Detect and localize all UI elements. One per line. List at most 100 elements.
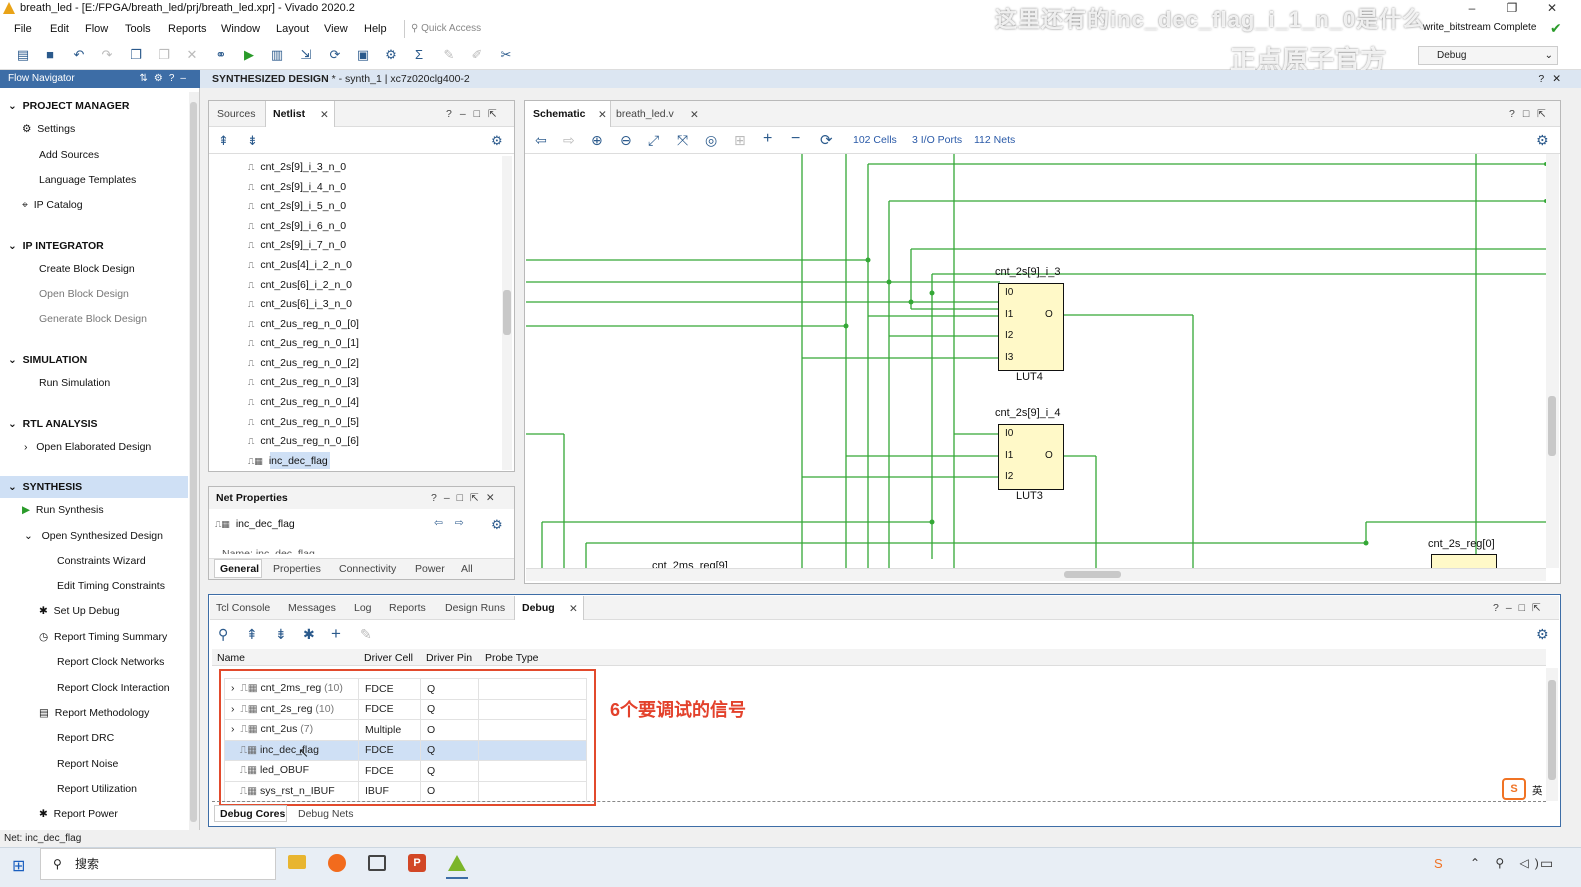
- ime-language[interactable]: 英: [1532, 783, 1543, 798]
- menu-help[interactable]: Help: [364, 23, 387, 35]
- nav-report-drc[interactable]: Report DRC: [57, 732, 114, 744]
- tab-reports[interactable]: Reports: [389, 602, 426, 614]
- tab-sources[interactable]: Sources: [217, 108, 256, 120]
- list-item[interactable]: ⎍ cnt_2us_reg_n_0_[1]: [248, 337, 359, 349]
- nav-add-sources[interactable]: Add Sources: [39, 149, 99, 161]
- quick-access-input[interactable]: ⚲ Quick Access: [404, 20, 574, 38]
- list-item[interactable]: ⎍ cnt_2us_reg_n_0_[6]: [248, 435, 359, 447]
- tab-log[interactable]: Log: [354, 602, 372, 614]
- nav-ip-catalog[interactable]: ⌖ IP Catalog: [22, 199, 83, 212]
- schematic-vscroll-thumb[interactable]: [1548, 396, 1556, 456]
- debug-vscroll-thumb[interactable]: [1548, 680, 1556, 780]
- close-debug-tab-icon[interactable]: ✕: [569, 603, 578, 615]
- ime-icon[interactable]: S: [1502, 778, 1526, 800]
- list-item[interactable]: ⎍ cnt_2s[9]_i_7_n_0: [248, 239, 346, 251]
- nets-count[interactable]: 112 Nets: [974, 134, 1015, 146]
- delete-icon[interactable]: ✕: [183, 46, 201, 64]
- zoom-out-icon[interactable]: ⊖: [620, 132, 632, 149]
- nav-set-up-debug[interactable]: ✱ Set Up Debug: [39, 605, 120, 617]
- tab-debug-nets[interactable]: Debug Nets: [298, 808, 353, 820]
- nav-language-templates[interactable]: Language Templates: [39, 174, 136, 186]
- program-icon[interactable]: ⇲: [297, 46, 315, 64]
- expand-all-debug-icon[interactable]: ⇟: [275, 626, 287, 643]
- nav-report-power[interactable]: ✱ Report Power: [39, 808, 118, 820]
- restore-icon[interactable]: ❐: [1492, 0, 1532, 18]
- tab-power[interactable]: Power: [415, 563, 445, 575]
- list-item[interactable]: ⎍ cnt_2s[9]_i_6_n_0: [248, 220, 346, 232]
- list-item[interactable]: ⎍ cnt_2s[9]_i_4_n_0: [248, 181, 346, 193]
- section-simulation[interactable]: ⌄ SIMULATION: [8, 354, 87, 366]
- list-item[interactable]: ⎍ cnt_2us[6]_i_3_n_0: [248, 298, 352, 310]
- list-item[interactable]: ⎍ cnt_2us_reg_n_0_[0]: [248, 318, 359, 330]
- sigma-icon[interactable]: Σ: [410, 46, 428, 64]
- tab-general[interactable]: General: [220, 563, 259, 575]
- refresh-icon[interactable]: ⟳: [326, 46, 344, 64]
- nav-report-timing-summary[interactable]: ◷ Report Timing Summary: [39, 631, 167, 643]
- step-icon[interactable]: ▥: [268, 46, 286, 64]
- remove-icon[interactable]: −: [791, 130, 800, 148]
- tab-design-runs[interactable]: Design Runs: [445, 602, 505, 614]
- menu-window[interactable]: Window: [221, 23, 260, 35]
- firefox-icon[interactable]: [328, 854, 346, 872]
- schematic-vscrollbar[interactable]: [1546, 154, 1559, 568]
- nav-generate-block-design[interactable]: Generate Block Design: [39, 313, 147, 325]
- powerpoint-icon[interactable]: P: [408, 854, 426, 872]
- nav-open-synthesized-design[interactable]: ⌄ Open Synthesized Design: [24, 530, 163, 542]
- list-item[interactable]: ⎍ cnt_2us_reg_n_0_[3]: [248, 376, 359, 388]
- nav-run-simulation[interactable]: Run Simulation: [39, 377, 110, 389]
- menu-flow[interactable]: Flow: [85, 23, 108, 35]
- tab-tcl-console[interactable]: Tcl Console: [216, 602, 270, 614]
- section-synthesis[interactable]: ⌄ SYNTHESIS: [8, 481, 82, 493]
- search-icon[interactable]: ⚲: [218, 626, 228, 643]
- menu-tools[interactable]: Tools: [125, 23, 151, 35]
- debug-bug-icon[interactable]: ✱: [303, 626, 315, 643]
- nav-constraints-wizard[interactable]: Constraints Wizard: [57, 555, 146, 567]
- taskbar-search-input[interactable]: ⚲ 搜索: [40, 848, 276, 880]
- cells-count[interactable]: 102 Cells: [853, 134, 897, 146]
- nav-report-utilization[interactable]: Report Utilization: [57, 783, 137, 795]
- windows-start-icon[interactable]: ⊞: [12, 856, 25, 876]
- section-rtl-analysis[interactable]: ⌄ RTL ANALYSIS: [8, 418, 98, 430]
- app-window-icon[interactable]: [368, 855, 386, 871]
- nav-open-elaborated-design[interactable]: › Open Elaborated Design: [24, 441, 151, 453]
- schematic-settings-icon[interactable]: ⚙: [1536, 132, 1549, 149]
- save-icon[interactable]: ■: [41, 46, 59, 64]
- highlight-icon[interactable]: ✎: [440, 46, 458, 64]
- add-icon[interactable]: +: [763, 130, 772, 148]
- netlist-settings-icon[interactable]: ⚙: [491, 133, 503, 149]
- zoom-in-icon[interactable]: ⊕: [591, 132, 603, 149]
- tab-schematic[interactable]: Schematic: [533, 108, 586, 120]
- list-item[interactable]: ⎍ cnt_2us[4]_i_2_n_0: [248, 259, 352, 271]
- nav-run-synthesis[interactable]: ▶ Run Synthesis: [22, 504, 104, 516]
- layout-select[interactable]: Debug ⌄: [1418, 46, 1558, 65]
- close-schematic-tab-icon[interactable]: ✕: [598, 109, 607, 121]
- net-properties-controls-icon[interactable]: ?–□⇱✕: [431, 492, 502, 504]
- panel-controls-icon[interactable]: ?–□⇱: [446, 108, 505, 120]
- tab-debug[interactable]: Debug: [522, 602, 555, 614]
- undo-icon[interactable]: ↶: [70, 46, 88, 64]
- flow-navigator-scrollbar[interactable]: [189, 92, 199, 832]
- schematic-hscroll-thumb[interactable]: [1064, 571, 1121, 578]
- net-properties-settings-icon[interactable]: ⚙: [491, 517, 503, 533]
- schematic-hscrollbar[interactable]: [526, 568, 1546, 581]
- nav-create-block-design[interactable]: Create Block Design: [39, 263, 135, 275]
- add-probe-icon[interactable]: +: [331, 624, 341, 644]
- tab-netlist[interactable]: Netlist: [273, 108, 305, 120]
- pen-icon[interactable]: ✐: [468, 46, 486, 64]
- back-icon[interactable]: ⇦: [535, 132, 547, 149]
- file-explorer-icon[interactable]: [288, 855, 306, 869]
- zoom-selection-icon[interactable]: ⤧: [677, 132, 688, 149]
- tab-connectivity[interactable]: Connectivity: [339, 563, 396, 575]
- menu-file[interactable]: File: [14, 23, 32, 35]
- nav-report-clock-networks[interactable]: Report Clock Networks: [57, 656, 164, 668]
- netlist-scroll-thumb[interactable]: [503, 290, 511, 335]
- notification-icon[interactable]: ▭: [1540, 855, 1553, 872]
- nav-edit-timing-constraints[interactable]: Edit Timing Constraints: [57, 580, 165, 592]
- settings-icon[interactable]: ⚙: [382, 46, 400, 64]
- ports-count[interactable]: 3 I/O Ports: [912, 134, 962, 146]
- register-cell[interactable]: [1431, 554, 1497, 568]
- nav-report-noise[interactable]: Report Noise: [57, 758, 118, 770]
- nav-back-forward-icon[interactable]: ⇦⇨: [434, 517, 476, 529]
- menu-edit[interactable]: Edit: [50, 23, 69, 35]
- zoom-fit-icon[interactable]: ⤢: [648, 132, 659, 149]
